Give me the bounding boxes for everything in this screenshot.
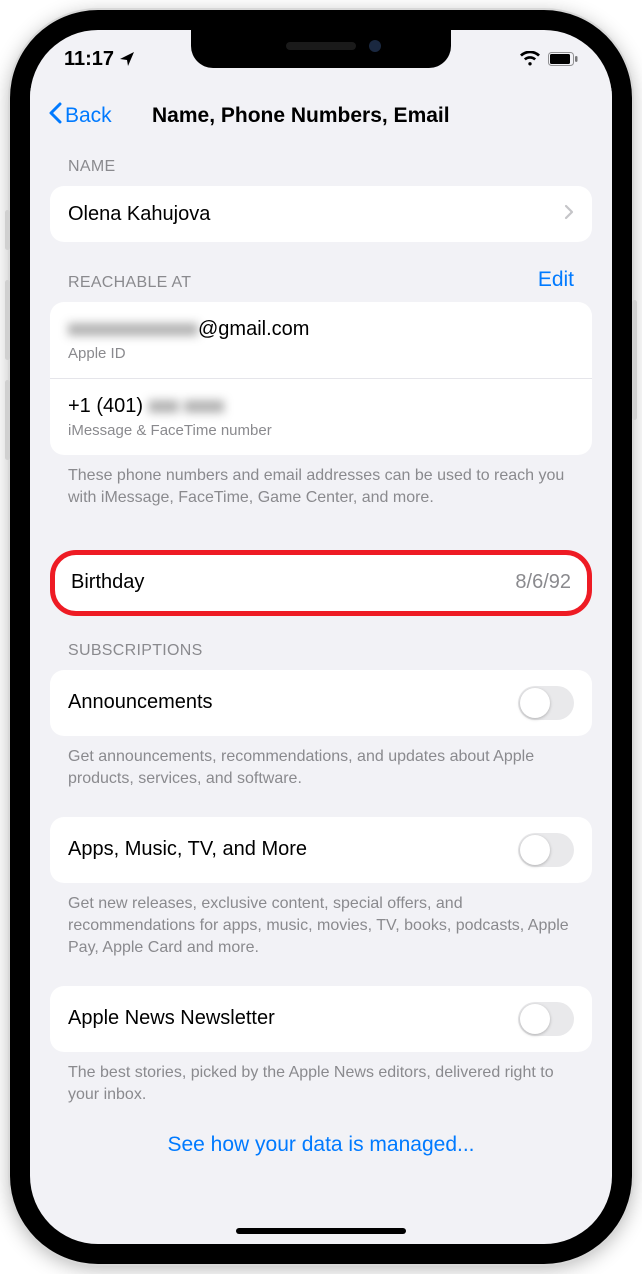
- birthday-label: Birthday: [71, 571, 144, 594]
- section-header-reachable: REACHABLE AT Edit: [50, 242, 592, 302]
- email-value: xxxxxxxxxxxxx@gmail.com: [68, 318, 309, 341]
- apps-row: Apps, Music, TV, and More: [50, 817, 592, 883]
- chevron-left-icon: [48, 102, 62, 130]
- news-toggle[interactable]: [518, 1002, 574, 1036]
- apps-card: Apps, Music, TV, and More: [50, 817, 592, 883]
- apps-label: Apps, Music, TV, and More: [68, 838, 307, 861]
- phone-row[interactable]: +1 (401) xxx xxxx iMessage & FaceTime nu…: [50, 378, 592, 455]
- apps-footer: Get new releases, exclusive content, spe…: [50, 883, 592, 960]
- email-sublabel: Apple ID: [68, 345, 126, 362]
- home-indicator[interactable]: [236, 1228, 406, 1234]
- apps-toggle[interactable]: [518, 833, 574, 867]
- side-button-volume-down: [5, 380, 10, 460]
- phone-prefix: +1 (401): [68, 395, 149, 417]
- news-label: Apple News Newsletter: [68, 1007, 275, 1030]
- side-button-power: [632, 300, 637, 420]
- section-header-name-label: NAME: [68, 158, 115, 176]
- news-row: Apple News Newsletter: [50, 986, 592, 1052]
- page-title: Name, Phone Numbers, Email: [152, 104, 450, 128]
- announcements-toggle[interactable]: [518, 686, 574, 720]
- name-card: Olena Kahujova: [50, 186, 592, 242]
- phone-redacted: xxx xxxx: [149, 395, 225, 418]
- birthday-row[interactable]: Birthday 8/6/92: [55, 555, 587, 611]
- name-value: Olena Kahujova: [68, 203, 210, 226]
- news-card: Apple News Newsletter: [50, 986, 592, 1052]
- announcements-row: Announcements: [50, 670, 592, 736]
- phone-sublabel: iMessage & FaceTime number: [68, 422, 272, 439]
- email-row[interactable]: xxxxxxxxxxxxx@gmail.com Apple ID: [50, 302, 592, 378]
- phone-frame: 11:17 Back Name, Ph: [10, 10, 632, 1264]
- phone-value: +1 (401) xxx xxxx: [68, 395, 224, 418]
- section-header-name: NAME: [50, 144, 592, 186]
- email-redacted: xxxxxxxxxxxxx: [68, 318, 198, 341]
- chevron-right-icon: [564, 203, 574, 226]
- notch: [191, 30, 451, 68]
- location-icon: [119, 51, 135, 67]
- status-time: 11:17: [64, 48, 114, 71]
- reachable-card: xxxxxxxxxxxxx@gmail.com Apple ID +1 (401…: [50, 302, 592, 455]
- reachable-footer: These phone numbers and email addresses …: [50, 455, 592, 510]
- news-footer: The best stories, picked by the Apple Ne…: [50, 1052, 592, 1107]
- nav-bar: Back Name, Phone Numbers, Email: [30, 88, 612, 144]
- edit-button[interactable]: Edit: [538, 268, 574, 292]
- side-button-volume-up: [5, 280, 10, 360]
- back-button[interactable]: Back: [42, 96, 118, 136]
- wifi-icon: [519, 51, 541, 67]
- screen: 11:17 Back Name, Ph: [30, 30, 612, 1244]
- section-header-reachable-label: REACHABLE AT: [68, 274, 191, 292]
- announcements-card: Announcements: [50, 670, 592, 736]
- section-header-subscriptions-label: SUBSCRIPTIONS: [68, 642, 203, 660]
- announcements-footer: Get announcements, recommendations, and …: [50, 736, 592, 791]
- name-row[interactable]: Olena Kahujova: [50, 186, 592, 242]
- side-button-silent: [5, 210, 10, 250]
- birthday-value: 8/6/92: [515, 571, 571, 594]
- section-header-subscriptions: SUBSCRIPTIONS: [50, 616, 592, 670]
- announcements-label: Announcements: [68, 691, 213, 714]
- data-managed-link[interactable]: See how your data is managed...: [50, 1107, 592, 1157]
- battery-icon: [548, 52, 578, 66]
- back-label: Back: [65, 104, 112, 128]
- birthday-card: Birthday 8/6/92: [50, 550, 592, 616]
- email-suffix: @gmail.com: [198, 318, 309, 340]
